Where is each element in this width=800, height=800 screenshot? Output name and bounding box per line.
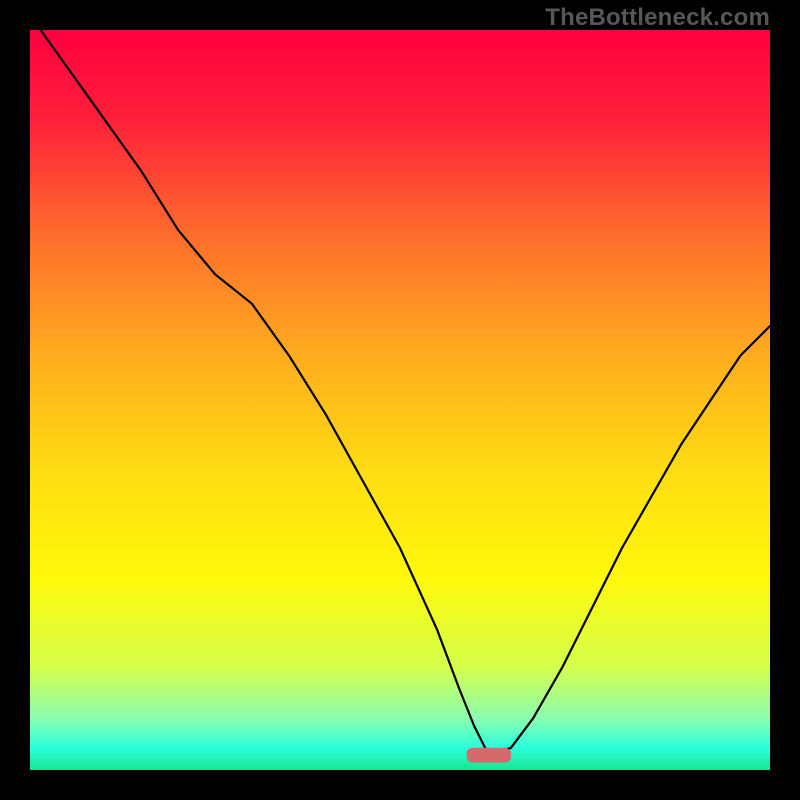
bottleneck-chart: [30, 30, 770, 770]
gradient-background: [30, 30, 770, 770]
optimal-marker: [467, 748, 511, 763]
chart-frame: TheBottleneck.com: [0, 0, 800, 800]
watermark-text: TheBottleneck.com: [545, 4, 770, 32]
